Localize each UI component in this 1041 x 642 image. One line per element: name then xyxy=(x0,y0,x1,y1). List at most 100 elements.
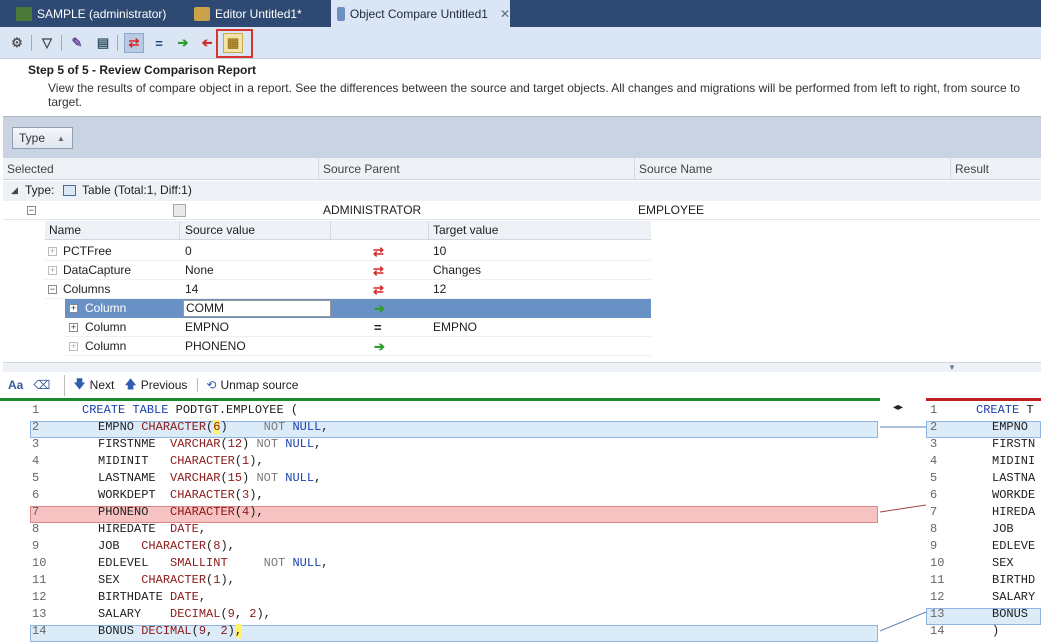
code-line: HIREDATE DATE, xyxy=(98,522,207,536)
previous-button[interactable]: 🡅 Previous xyxy=(124,375,187,396)
source-parent-value: ADMINISTRATOR xyxy=(323,203,422,217)
difference-icon: ⇄ xyxy=(373,282,384,297)
code-line: EDLEVE xyxy=(992,539,1036,553)
source-value: EMPNO xyxy=(185,320,230,334)
next-button[interactable]: 🡇 Next xyxy=(64,374,115,396)
filter-icon[interactable]: ▽ xyxy=(37,33,57,53)
code-line: MIDINIT CHARACTER(1), xyxy=(98,454,264,468)
code-line: LASTNA xyxy=(992,471,1036,485)
line-number: 14 xyxy=(930,624,945,638)
detail-row[interactable]: + DataCapture None ⇄ Changes xyxy=(45,261,651,280)
show-differences-icon[interactable]: ⇄ xyxy=(124,33,144,53)
source-name-value: EMPLOYEE xyxy=(638,203,705,217)
highlight-frame xyxy=(216,29,253,58)
close-icon[interactable]: ✕ xyxy=(500,7,510,21)
detail-header-result xyxy=(332,221,429,240)
detail-header-name: Name xyxy=(45,221,180,240)
code-line: MIDINI xyxy=(992,454,1036,468)
header-result[interactable]: Result xyxy=(951,158,1041,180)
expand-icon[interactable]: + xyxy=(69,323,78,332)
next-label: Next xyxy=(89,378,115,392)
source-value: None xyxy=(185,263,214,277)
target-only-icon[interactable]: ➔ xyxy=(197,33,217,53)
code-line: CREATE TABLE PODTGT.EMPLOYEE ( xyxy=(82,403,299,417)
font-size-icon[interactable]: Aa xyxy=(8,378,23,392)
detail-header: Name Source value Target value xyxy=(45,221,651,240)
collapse-icon[interactable]: − xyxy=(27,206,36,215)
show-equal-icon[interactable]: = xyxy=(149,33,169,53)
code-line: CREATE T xyxy=(976,403,1034,417)
line-number: 10 xyxy=(930,556,945,570)
header-source-name[interactable]: Source Name xyxy=(635,158,951,180)
detail-row[interactable]: − Columns 14 ⇄ 12 xyxy=(45,280,651,299)
equal-icon: = xyxy=(374,320,382,335)
table-row[interactable]: − ADMINISTRATOR EMPLOYEE xyxy=(3,201,1041,220)
expand-icon[interactable]: + xyxy=(69,342,78,351)
expand-icon[interactable]: + xyxy=(48,266,57,275)
property-name: DataCapture xyxy=(63,263,132,277)
source-value[interactable]: COMM xyxy=(183,300,331,317)
property-name: Column xyxy=(85,339,127,353)
source-only-icon[interactable]: ➔ xyxy=(173,33,193,53)
tab-editor[interactable]: Editor Untitled1* xyxy=(188,0,302,27)
arrow-up-icon: 🡅 xyxy=(124,376,137,391)
line-number: 3 xyxy=(930,437,938,451)
tab-label: SAMPLE (administrator) xyxy=(37,6,167,21)
type-group-button[interactable]: Type ▲ xyxy=(12,127,73,149)
line-number: 5 xyxy=(32,471,40,485)
previous-label: Previous xyxy=(140,378,188,392)
diff-navigation-bar: Aa ⌫ 🡇 Next 🡅 Previous ⟲ Unmap source xyxy=(0,372,1041,398)
detail-row-selected[interactable]: + Column COMM ➔ xyxy=(65,299,651,318)
detail-header-source: Source value xyxy=(181,221,331,240)
line-number: 12 xyxy=(930,590,945,604)
code-line: BIRTHD xyxy=(992,573,1036,587)
detail-row[interactable]: + Column PHONENO ➔ xyxy=(65,337,651,356)
unmap-source-button[interactable]: ⟲ Unmap source xyxy=(197,378,298,392)
tab-object-compare[interactable]: Object Compare Untitled1 ✕ xyxy=(331,0,510,27)
expand-icon[interactable]: + xyxy=(69,304,78,313)
detail-row[interactable]: + PCTFree 0 ⇄ 10 xyxy=(45,242,651,261)
add-arrow-icon: ➔ xyxy=(374,339,385,354)
expand-icon[interactable]: + xyxy=(48,247,57,256)
options-icon[interactable]: ⚙ xyxy=(7,33,27,53)
target-value: EMPNO xyxy=(433,320,478,334)
code-line: LASTNAME VARCHAR(15) NOT NULL, xyxy=(98,471,322,485)
sync-scroll-icon[interactable]: ◂▸ xyxy=(893,402,903,413)
script-icon xyxy=(194,6,210,21)
line-number: 7 xyxy=(930,505,938,519)
code-line: ) xyxy=(992,624,1000,638)
line-number: 8 xyxy=(930,522,938,536)
line-number: 2 xyxy=(32,420,40,434)
pane-splitter[interactable]: ▼ xyxy=(3,362,1041,372)
compare-icon xyxy=(337,6,345,21)
header-selected[interactable]: Selected xyxy=(3,158,319,180)
clear-icon[interactable]: ⌫ xyxy=(33,378,50,392)
difference-icon: ⇄ xyxy=(373,244,384,259)
toolbar-separator xyxy=(31,35,32,51)
code-line: JOB xyxy=(992,522,1014,536)
detail-row[interactable]: + Column EMPNO = EMPNO xyxy=(65,318,651,337)
target-code-pane[interactable]: 1 CREATE T 2 EMPNO 3 FIRSTN 4 MIDINI 5 LASTNA 6 WOR… xyxy=(926,398,1041,638)
edit-script-icon[interactable]: ✎ xyxy=(67,33,87,53)
page-title: Step 5 of 5 - Review Comparison Report xyxy=(28,63,257,77)
tab-sample-connection[interactable]: SAMPLE (administrator) xyxy=(10,0,166,27)
collapse-icon[interactable]: ◢ xyxy=(11,181,18,200)
report-icon[interactable]: ▤ xyxy=(93,33,113,53)
code-line: WORKDEPT CHARACTER(3), xyxy=(98,488,264,502)
line-number: 1 xyxy=(930,403,938,417)
header-source-parent[interactable]: Source Parent xyxy=(319,158,635,180)
group-row[interactable]: ◢ Type: Table (Total:1, Diff:1) xyxy=(3,181,1041,201)
chevron-down-icon[interactable]: ▼ xyxy=(948,363,956,372)
code-line: HIREDA xyxy=(992,505,1036,519)
line-number: 6 xyxy=(32,488,40,502)
step-description: View the results of compare object in a … xyxy=(48,81,1021,109)
source-code-pane[interactable]: 1 CREATE TABLE PODTGT.EMPLOYEE (2 EMPNO CH… xyxy=(0,398,880,642)
collapse-icon[interactable]: − xyxy=(48,285,57,294)
line-number: 11 xyxy=(32,573,47,587)
target-value: 12 xyxy=(433,282,447,296)
target-value: 10 xyxy=(433,244,447,258)
select-checkbox[interactable] xyxy=(173,204,186,217)
line-number: 8 xyxy=(32,522,40,536)
line-number: 1 xyxy=(32,403,40,417)
line-number: 13 xyxy=(930,607,945,621)
